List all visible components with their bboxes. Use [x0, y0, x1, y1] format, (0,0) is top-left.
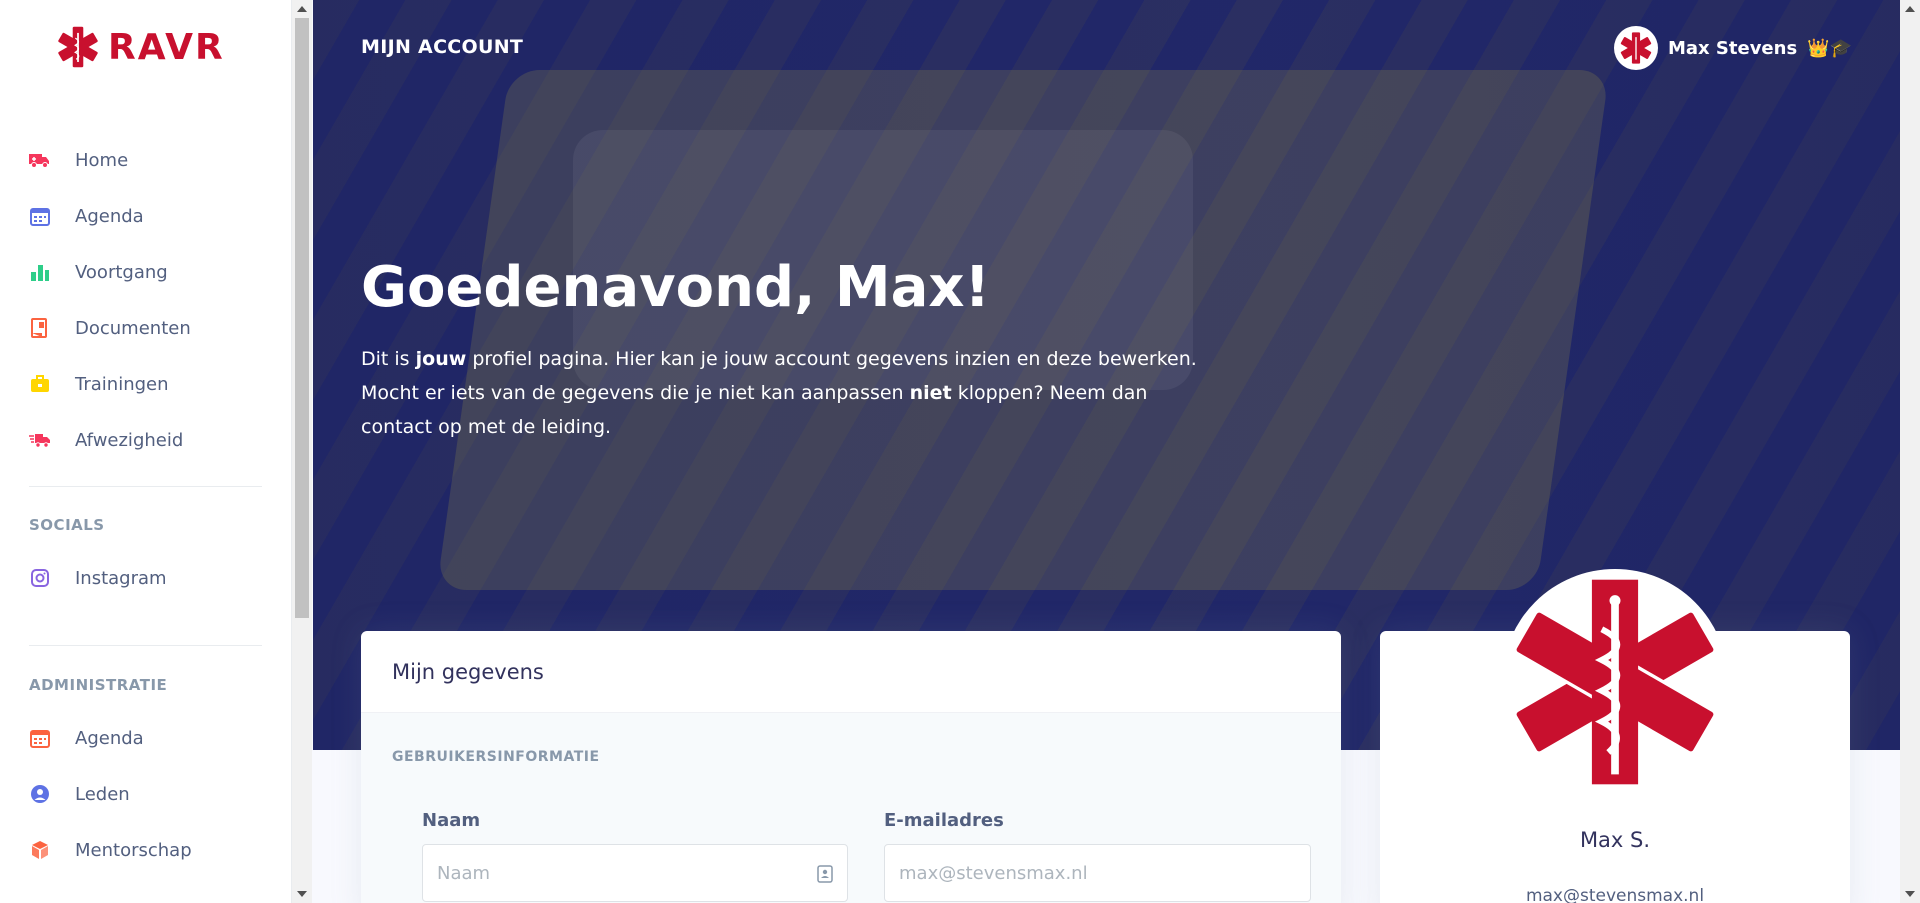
sidebar-item-voortgang[interactable]: Voortgang — [0, 244, 291, 300]
sidebar-divider — [29, 486, 262, 487]
socials-heading: SOCIALS — [29, 516, 105, 534]
scroll-up-arrow[interactable] — [297, 6, 307, 12]
sidebar-item-label: Mentorschap — [75, 839, 192, 861]
sidebar-item-label: Home — [75, 149, 129, 171]
sidebar-item-agenda[interactable]: Agenda — [0, 188, 291, 244]
sidebar-item-label: Leden — [75, 783, 130, 805]
sidebar-item-afwezigheid[interactable]: Afwezigheid — [0, 412, 291, 468]
greeting: Goedenavond, Max! — [361, 255, 991, 320]
account-details-card: Mijn gegevens GEBRUIKERSINFORMATIE Naam … — [361, 631, 1341, 903]
scroll-down-arrow[interactable] — [297, 891, 307, 897]
user-menu[interactable]: Max Stevens 👑🎓 — [1613, 26, 1852, 70]
document-icon — [29, 318, 50, 339]
sidebar: RAVR Home Agenda Voortgang Documenten Tr… — [0, 0, 292, 903]
email-label: E-mailadres — [884, 810, 1004, 831]
user-badges: 👑🎓 — [1807, 37, 1852, 59]
sidebar-item-label: Trainingen — [75, 373, 169, 395]
brand-name: RAVR — [108, 26, 225, 68]
app-root: RAVR Home Agenda Voortgang Documenten Tr… — [0, 0, 1920, 903]
star-of-life-icon — [1513, 576, 1717, 788]
sidebar-item-home[interactable]: Home — [0, 132, 291, 188]
admin-heading: ADMINISTRATIE — [29, 676, 168, 694]
intro-part: Dit is — [361, 348, 416, 370]
sidebar-divider — [29, 645, 262, 646]
sidebar-item-leden[interactable]: Leden — [0, 766, 291, 822]
ambulance-icon — [29, 150, 50, 171]
star-of-life-icon — [1620, 32, 1652, 64]
name-label: Naam — [422, 810, 481, 831]
bar-chart-icon — [29, 262, 50, 283]
scrollbar-thumb[interactable] — [295, 18, 309, 618]
sidebar-item-label: Documenten — [75, 317, 191, 339]
instagram-icon — [29, 568, 50, 589]
socials-nav: Instagram — [0, 550, 291, 606]
sidebar-scrollbar[interactable] — [292, 0, 312, 903]
calendar-icon — [29, 206, 50, 227]
name-placeholder: Naam — [437, 862, 491, 884]
main-nav: Home Agenda Voortgang Documenten Trainin… — [0, 132, 291, 468]
card-body: GEBRUIKERSINFORMATIE Naam Naam E-mailadr… — [361, 713, 1341, 903]
intro-emphasis: niet — [909, 382, 952, 404]
sidebar-item-label: Voortgang — [75, 261, 168, 283]
sidebar-item-documenten[interactable]: Documenten — [0, 300, 291, 356]
briefcase-icon — [29, 374, 50, 395]
sidebar-item-instagram[interactable]: Instagram — [0, 550, 291, 606]
contact-card-icon — [817, 865, 833, 883]
user-circle-icon — [29, 784, 50, 805]
profile-email: max@stevensmax.nl — [1525, 886, 1705, 903]
page-scrollbar[interactable] — [1900, 0, 1920, 903]
profile-avatar — [1502, 569, 1728, 795]
card-title: Mijn gegevens — [361, 631, 1341, 713]
sidebar-item-label: Agenda — [75, 205, 144, 227]
calendar-icon — [29, 728, 50, 749]
sidebar-item-trainingen[interactable]: Trainingen — [0, 356, 291, 412]
sidebar-item-label: Afwezigheid — [75, 429, 184, 451]
user-name: Max Stevens — [1667, 37, 1798, 59]
sidebar-item-admin-agenda[interactable]: Agenda — [0, 710, 291, 766]
scroll-up-arrow[interactable] — [1905, 6, 1915, 12]
truck-fast-icon — [29, 430, 50, 451]
email-placeholder: max@stevensmax.nl — [899, 862, 1088, 884]
section-heading: GEBRUIKERSINFORMATIE — [392, 749, 600, 765]
page-title: MIJN ACCOUNT — [361, 36, 524, 58]
intro-emphasis: jouw — [415, 348, 467, 370]
star-of-life-icon — [58, 26, 98, 68]
brand-logo[interactable]: RAVR — [56, 24, 225, 70]
scroll-down-arrow[interactable] — [1905, 891, 1915, 897]
sidebar-item-mentorschap[interactable]: Mentorschap — [0, 822, 291, 878]
admin-nav: Agenda Leden Mentorschap — [0, 710, 291, 878]
cube-icon — [29, 840, 50, 861]
intro-text: Dit is jouw profiel pagina. Hier kan je … — [361, 342, 1221, 444]
email-field[interactable]: max@stevensmax.nl — [884, 844, 1311, 902]
sidebar-item-label: Instagram — [75, 567, 167, 589]
profile-name: Max S. — [1579, 828, 1651, 852]
name-input[interactable]: Naam — [422, 844, 848, 902]
sidebar-item-label: Agenda — [75, 727, 144, 749]
avatar — [1613, 26, 1658, 70]
